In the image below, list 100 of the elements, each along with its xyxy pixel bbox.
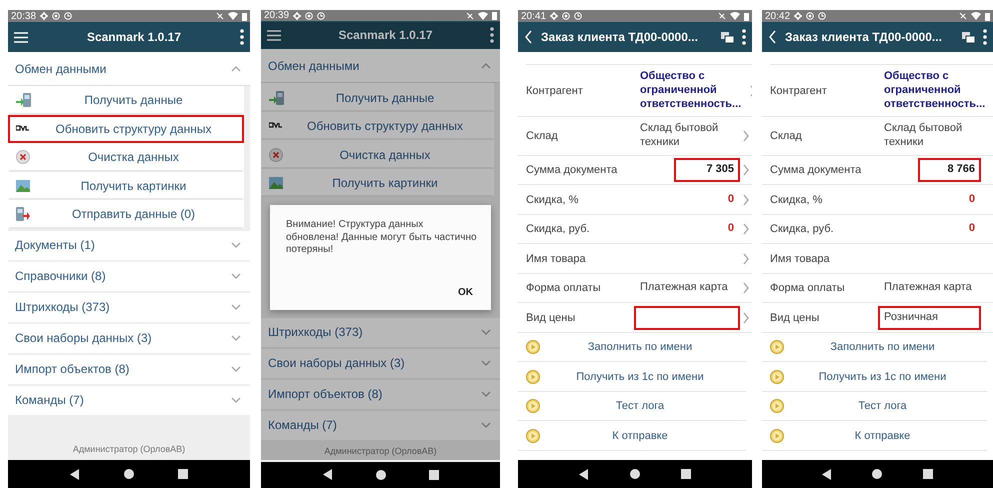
device-send-icon [16, 207, 31, 222]
menu-icon[interactable] [267, 30, 281, 41]
more-icon[interactable] [742, 29, 746, 45]
back-icon[interactable] [524, 30, 533, 44]
action-item[interactable]: Получить из 1с по имени [762, 362, 987, 392]
field-value[interactable]: Склад бытовой техники [878, 117, 981, 155]
action-item[interactable]: Заполнить по имени [762, 332, 987, 362]
dialog-message: Внимание! Структура данных обновлена! Данные могут быть частично потеряны! [286, 219, 477, 257]
field-label: Форма оплаты [770, 282, 846, 294]
target-icon [562, 12, 570, 20]
action-item[interactable]: К отправке [518, 421, 746, 451]
clear-icon [269, 148, 284, 162]
mute-icon [718, 12, 726, 20]
mute-icon [466, 12, 474, 20]
menu-item[interactable]: Отправить данные (0) [8, 200, 244, 228]
back-icon[interactable] [822, 468, 832, 480]
chevron-down-icon [480, 358, 492, 368]
recent-apps-icon[interactable] [922, 469, 933, 479]
user-name: Администратор (ОрловАВ) [72, 443, 186, 456]
home-icon[interactable] [376, 470, 386, 480]
section-header[interactable]: Обмен данными [8, 52, 250, 86]
gear-icon [40, 12, 48, 20]
field-label: Склад [770, 130, 803, 142]
back-icon[interactable] [768, 30, 777, 44]
chevron-down-icon [480, 389, 492, 400]
back-icon[interactable] [322, 469, 332, 480]
field-value[interactable]: 0 [634, 217, 740, 241]
field-value[interactable]: Платежная карта [634, 276, 740, 300]
menu-item[interactable]: Получить данные [8, 86, 244, 114]
section-header[interactable]: Свои наборы данных (3) [8, 324, 250, 352]
field-value[interactable]: 0 [878, 217, 981, 241]
picture-icon [16, 178, 31, 193]
clock-icon [64, 12, 72, 20]
gear-icon [794, 12, 802, 20]
menu-item[interactable]: Очистка данных [261, 140, 494, 169]
mute-icon [959, 12, 967, 20]
more-icon[interactable] [983, 29, 987, 45]
section-header[interactable]: Обмен данными [261, 49, 500, 84]
back-icon[interactable] [578, 468, 589, 480]
chevron-up-icon [480, 60, 492, 71]
action-item[interactable]: К отправке [762, 421, 987, 451]
section-header[interactable]: Команды (7) [261, 410, 500, 440]
section-header[interactable]: Свои наборы данных (3) [261, 348, 500, 378]
chevron-down-icon [230, 333, 242, 343]
menu-item[interactable]: Получить картинки [261, 168, 494, 198]
recent-apps-icon[interactable] [681, 469, 692, 479]
more-icon[interactable] [490, 27, 494, 44]
field-label: Вид цены [526, 312, 576, 324]
section-header[interactable]: Штрихкоды (373) [261, 318, 500, 347]
clock-icon [317, 12, 326, 20]
field-label: Скидка, руб. [770, 223, 835, 235]
field-value[interactable]: Общество с ограниченной ответственность... [878, 65, 992, 116]
back-icon[interactable] [70, 468, 80, 480]
recent-apps-icon[interactable] [428, 470, 438, 480]
play-icon [526, 428, 540, 442]
menu-icon[interactable] [14, 32, 28, 42]
menu-item[interactable]: Получить данные [261, 83, 494, 112]
app-title: Scanmark 1.0.17 [86, 30, 182, 44]
field-label: Сумма документа [770, 164, 862, 176]
section-header[interactable]: Штрихкоды (373) [8, 292, 250, 322]
field-value[interactable]: Склад бытовой техники [634, 117, 740, 155]
field-label: Сумма документа [526, 164, 618, 176]
ok-button[interactable]: OK [454, 282, 477, 302]
home-icon[interactable] [630, 469, 640, 479]
menu-item[interactable]: Обновить структуру данных [261, 112, 494, 140]
battery-icon [985, 12, 990, 20]
home-icon[interactable] [872, 469, 882, 479]
action-item[interactable]: Тест лога [762, 392, 987, 422]
field-value[interactable]: Общество с ограниченной ответственность... [634, 65, 748, 116]
chevron-down-icon [230, 271, 242, 281]
field-value[interactable]: 0 [878, 188, 981, 212]
section-header[interactable]: Справочники (8) [8, 262, 250, 290]
field-value[interactable]: Платежная карта [878, 276, 981, 300]
field-value[interactable]: 0 [634, 188, 740, 212]
copy-icon[interactable] [962, 32, 975, 42]
menu-item[interactable]: Получить картинки [8, 172, 244, 200]
section-header[interactable]: Документы (1) [8, 230, 250, 260]
menu-item[interactable]: Обновить структуру данных [8, 114, 244, 143]
section-header[interactable]: Импорт объектов (8) [8, 354, 250, 384]
clock-icon [574, 12, 582, 20]
field-label: Контрагент [526, 84, 584, 97]
device-icon [16, 93, 31, 108]
field-value[interactable]: 7 305 [674, 158, 740, 182]
action-item[interactable]: Заполнить по имени [518, 332, 746, 362]
action-item[interactable]: Получить из 1с по имени [518, 362, 746, 392]
section-header[interactable]: Команды (7) [8, 386, 250, 414]
wifi-icon [971, 12, 981, 20]
home-icon[interactable] [124, 469, 134, 479]
target-icon [305, 12, 314, 20]
field-label: Вид цены [770, 312, 820, 324]
more-icon[interactable] [240, 29, 244, 45]
battery-icon [242, 12, 247, 20]
copy-icon[interactable] [721, 32, 734, 42]
play-icon [770, 428, 784, 442]
field-value[interactable]: Розничная [878, 306, 981, 330]
field-value[interactable]: 8 766 [918, 158, 981, 182]
menu-item[interactable]: Очистка данных [8, 143, 244, 172]
gear-icon [293, 12, 302, 20]
section-header[interactable]: Импорт объектов (8) [261, 380, 500, 409]
action-item[interactable]: Тест лога [518, 392, 746, 422]
